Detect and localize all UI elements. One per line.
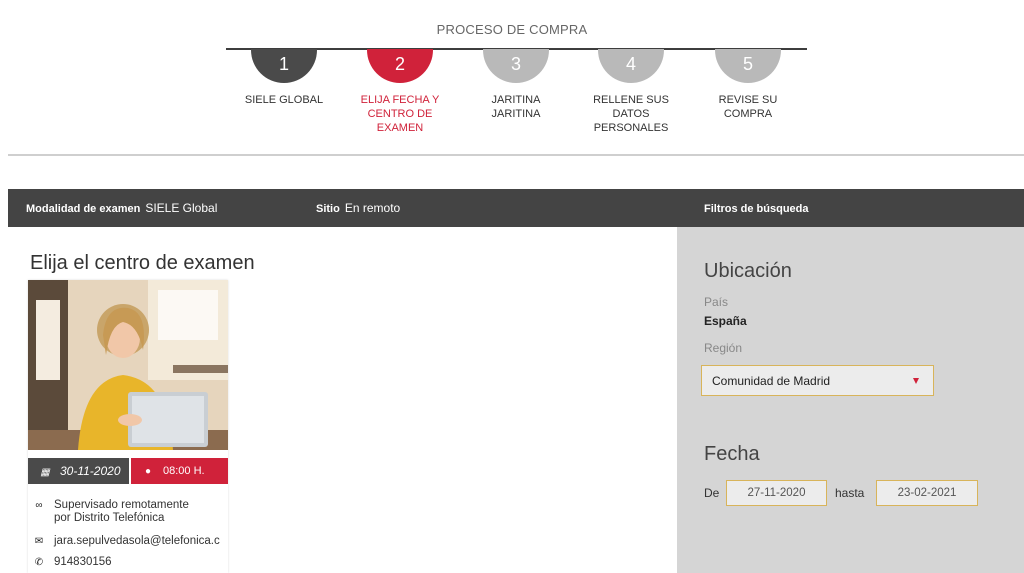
step-label: JARITINA JARITINA — [491, 94, 541, 120]
steps-title: PROCESO DE COMPRA — [436, 22, 588, 37]
region-select[interactable]: Comunidad de Madrid — [701, 365, 934, 396]
filtros-heading: Filtros de búsqueda — [704, 203, 809, 215]
date-time-bar: ▦ 30-11-2020 ● 08:00 H. — [28, 458, 228, 484]
step-1[interactable]: 1 SIELE GLOBAL — [234, 49, 334, 107]
step-2[interactable]: 2 ELIJA FECHA Y CENTRO DE EXAMEN — [350, 49, 450, 135]
step-number: 4 — [598, 49, 664, 83]
region-label: Región — [704, 341, 743, 355]
step-label: RELLENE SUS DATOS PERSONALES — [593, 94, 669, 134]
exam-time: ● 08:00 H. — [131, 458, 228, 484]
link-icon: ∞ — [35, 500, 43, 511]
ubicacion-heading: Ubicación — [704, 260, 792, 282]
modalidad-summary: Modalidad de examen SIELE Global — [26, 201, 218, 215]
phone-icon: ✆ — [34, 557, 44, 568]
clock-icon: ● — [144, 466, 152, 477]
fecha-heading: Fecha — [704, 443, 760, 465]
pais-value: España — [704, 314, 747, 328]
step-number: 5 — [715, 49, 781, 83]
header-divider — [8, 154, 1024, 156]
step-5[interactable]: 5 REVISE SU COMPRA — [698, 49, 798, 121]
step-label: REVISE SU COMPRA — [718, 94, 778, 120]
email-info[interactable]: ✉ jara.sepulvedasola@telefonica.c — [32, 535, 220, 548]
filter-panel: Ubicación País España Región Comunidad d… — [677, 227, 1024, 573]
de-label: De — [704, 486, 720, 500]
step-label: ELIJA FECHA Y CENTRO DE EXAMEN — [360, 94, 440, 134]
sitio-summary: Sitio En remoto — [316, 201, 401, 215]
exam-center-card[interactable]: ▦ 30-11-2020 ● 08:00 H. ∞ Supervisado remot… — [28, 280, 228, 573]
region-selected-value: Comunidad de Madrid — [712, 374, 831, 388]
step-number: 1 — [251, 49, 317, 83]
step-4[interactable]: 4 RELLENE SUS DATOS PERSONALES — [581, 49, 681, 135]
chevron-down-icon — [913, 378, 919, 384]
date-from-input[interactable]: 27-11-2020 — [726, 480, 827, 506]
step-number: 3 — [483, 49, 549, 83]
supervision-info: ∞Supervisado remotamente ∞por Distrito T… — [32, 499, 188, 525]
date-to-input[interactable]: 23-02-2021 — [876, 480, 978, 506]
phone-info[interactable]: ✆ 914830156 — [32, 556, 112, 569]
envelope-icon: ✉ — [34, 536, 44, 547]
calendar-icon: ▦ — [40, 467, 50, 478]
hasta-label: hasta — [835, 486, 865, 500]
exam-date: ▦ 30-11-2020 — [28, 458, 129, 484]
step-number: 2 — [367, 49, 433, 83]
center-list-title: Elija el centro de examen — [30, 252, 255, 274]
step-label: SIELE GLOBAL — [244, 94, 324, 106]
filter-summary-bar: Modalidad de examen SIELE Global Sitio En … — [8, 189, 1024, 227]
step-3[interactable]: 3 JARITINA JARITINA — [466, 49, 566, 121]
pais-label: País — [704, 295, 729, 309]
center-photo — [28, 280, 228, 450]
